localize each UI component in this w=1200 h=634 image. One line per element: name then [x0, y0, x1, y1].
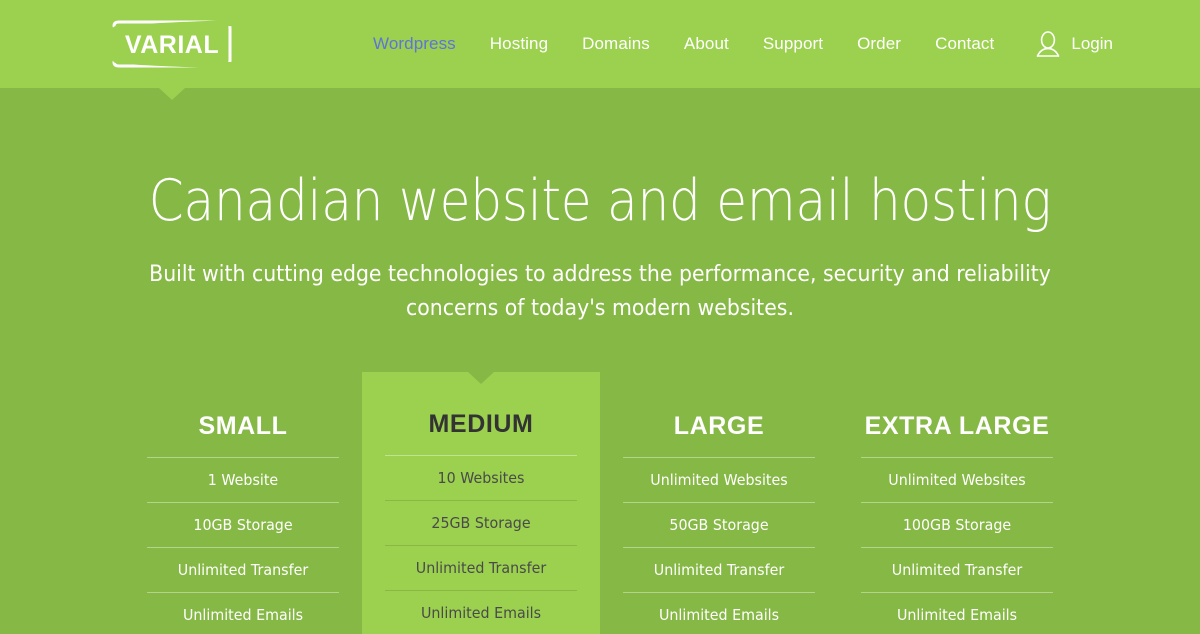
header-notch-indicator [159, 88, 185, 100]
pricing-plan-extra-large[interactable]: EXTRA LARGE Unlimited Websites 100GB Sto… [838, 372, 1076, 634]
page-title: Canadian website and email hosting [148, 168, 1052, 234]
site-logo[interactable]: VARIAL [106, 20, 239, 68]
nav-item-order[interactable]: Order [840, 28, 918, 60]
plan-feature: Unlimited Emails [385, 590, 577, 634]
plan-feature-list-small: 1 Website 10GB Storage Unlimited Transfe… [142, 457, 344, 634]
nav-item-support[interactable]: Support [746, 28, 840, 60]
nav-item-wordpress[interactable]: Wordpress [356, 28, 473, 60]
pricing-plans: SMALL 1 Website 10GB Storage Unlimited T… [0, 372, 1200, 634]
nav-item-about[interactable]: About [667, 28, 746, 60]
plan-name-extra-large: EXTRA LARGE [864, 412, 1050, 440]
plan-feature: 10 Websites [385, 455, 577, 500]
nav-item-contact[interactable]: Contact [918, 28, 1011, 60]
site-header: VARIAL Wordpress Hosting Domains About S… [0, 0, 1200, 100]
plan-feature: Unlimited Transfer [861, 547, 1053, 592]
plan-feature: Unlimited Websites [623, 457, 815, 502]
logo-wordmark: VARIAL [125, 31, 219, 59]
login-button[interactable]: Login [1011, 30, 1113, 58]
plan-feature: Unlimited Emails [147, 592, 339, 634]
nav-item-domains[interactable]: Domains [565, 28, 667, 60]
plan-name-small: SMALL [198, 412, 288, 440]
main-navigation: Wordpress Hosting Domains About Support … [356, 0, 1113, 88]
pricing-plan-medium[interactable]: MEDIUM 10 Websites 25GB Storage Unlimite… [362, 372, 600, 634]
plan-feature-list-medium: 10 Websites 25GB Storage Unlimited Trans… [380, 455, 582, 634]
plan-feature-list-large: Unlimited Websites 50GB Storage Unlimite… [618, 457, 820, 634]
plan-feature: Unlimited Transfer [147, 547, 339, 592]
plan-feature: 10GB Storage [147, 502, 339, 547]
plan-feature: Unlimited Transfer [623, 547, 815, 592]
featured-plan-notch [468, 372, 494, 384]
user-icon [1035, 30, 1061, 58]
plan-feature: 100GB Storage [861, 502, 1053, 547]
plan-name-large: LARGE [673, 412, 765, 440]
plan-feature: Unlimited Emails [861, 592, 1053, 634]
hero-section: Canadian website and email hosting Built… [0, 88, 1200, 326]
pricing-plan-large[interactable]: LARGE Unlimited Websites 50GB Storage Un… [600, 372, 838, 634]
plan-name-medium: MEDIUM [428, 410, 534, 438]
plan-feature: Unlimited Transfer [385, 545, 577, 590]
pricing-plan-small[interactable]: SMALL 1 Website 10GB Storage Unlimited T… [124, 372, 362, 634]
plan-feature: 50GB Storage [623, 502, 815, 547]
hero-subtitle: Built with cutting edge technologies to … [149, 261, 1051, 321]
login-label: Login [1071, 34, 1113, 53]
plan-feature: 25GB Storage [385, 500, 577, 545]
page-root: VARIAL Wordpress Hosting Domains About S… [0, 0, 1200, 634]
nav-item-hosting[interactable]: Hosting [473, 28, 565, 60]
plan-feature: Unlimited Emails [623, 592, 815, 634]
plan-feature: 1 Website [147, 457, 339, 502]
plan-feature: Unlimited Websites [861, 457, 1053, 502]
plan-feature-list-extra-large: Unlimited Websites 100GB Storage Unlimit… [856, 457, 1058, 634]
